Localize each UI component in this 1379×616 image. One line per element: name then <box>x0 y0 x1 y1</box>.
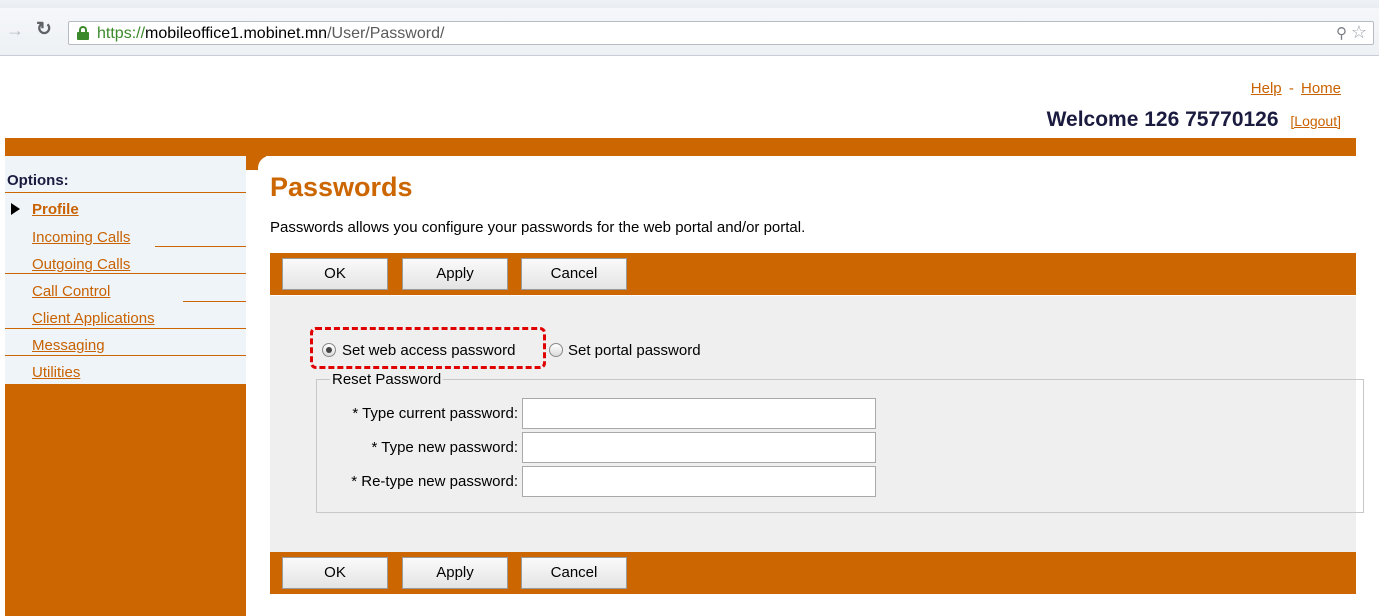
portal-radio[interactable] <box>549 343 563 357</box>
sidebar-divider <box>5 192 246 193</box>
address-bar[interactable]: https://mobileoffice1.mobinet.mn/User/Pa… <box>68 21 1374 45</box>
page-description: Passwords allows you configure your pass… <box>270 219 806 236</box>
lock-icon <box>77 26 89 40</box>
current-password-input[interactable] <box>522 398 876 429</box>
new-password-input[interactable] <box>522 432 876 463</box>
bottom-button-bar: OK Apply Cancel <box>270 552 1356 594</box>
sidebar-title: Options: <box>7 172 69 189</box>
sidebar-item-utilities[interactable]: Utilities <box>32 364 80 381</box>
ok-button[interactable]: OK <box>282 258 388 290</box>
sidebar-item-messaging[interactable]: Messaging <box>32 337 105 354</box>
home-link[interactable]: Home <box>1301 80 1341 97</box>
new-password-label: * Type new password: <box>371 439 518 456</box>
sidebar-item-client-applications[interactable]: Client Applications <box>32 310 155 327</box>
browser-toolbar: → ↻ https://mobileoffice1.mobinet.mn/Use… <box>0 8 1379 56</box>
cancel-button[interactable]: Cancel <box>521 258 627 290</box>
logout-link[interactable]: [Logout] <box>1290 113 1341 129</box>
highlight-box <box>310 327 546 369</box>
welcome-banner: Welcome 126 75770126 [Logout] <box>1047 108 1341 132</box>
url-text: https://mobileoffice1.mobinet.mn/User/Pa… <box>97 25 445 42</box>
cancel-button[interactable]: Cancel <box>521 557 627 589</box>
forward-arrow-icon[interactable]: → <box>6 20 24 41</box>
sidebar-item-profile[interactable]: Profile <box>32 201 79 218</box>
sidebar-divider <box>183 301 246 302</box>
link-separator: - <box>1288 80 1294 97</box>
reload-icon[interactable]: ↻ <box>36 18 52 41</box>
sidebar-divider <box>5 273 246 274</box>
sidebar-divider <box>155 246 246 247</box>
retype-password-input[interactable] <box>522 466 876 497</box>
sidebar-divider <box>5 355 246 356</box>
apply-button[interactable]: Apply <box>402 557 508 589</box>
sidebar-item-outgoing-calls[interactable]: Outgoing Calls <box>32 256 130 273</box>
current-password-label: * Type current password: <box>352 405 518 422</box>
ok-button[interactable]: OK <box>282 557 388 589</box>
fieldset-legend: Reset Password <box>330 371 444 388</box>
bookmark-star-icon[interactable]: ☆ <box>1351 22 1367 43</box>
retype-password-label: * Re-type new password: <box>351 473 518 490</box>
sidebar-menu: Options: Profile Incoming Calls Outgoing… <box>5 156 246 384</box>
header-band <box>5 138 1356 156</box>
sidebar-divider <box>5 328 246 329</box>
help-link[interactable]: Help <box>1251 80 1282 97</box>
current-item-arrow-icon <box>11 203 20 215</box>
sidebar: Options: Profile Incoming Calls Outgoing… <box>5 156 246 616</box>
top-button-bar: OK Apply Cancel <box>270 253 1356 295</box>
header-links: Help - Home <box>1251 80 1341 97</box>
zoom-icon[interactable]: ⚲ <box>1336 24 1347 42</box>
page-title: Passwords <box>270 172 413 202</box>
portal-radio-label[interactable]: Set portal password <box>568 342 701 359</box>
welcome-text: Welcome 126 75770126 <box>1046 108 1279 131</box>
sidebar-item-incoming-calls[interactable]: Incoming Calls <box>32 229 130 246</box>
apply-button[interactable]: Apply <box>402 258 508 290</box>
sidebar-item-call-control[interactable]: Call Control <box>32 283 110 300</box>
